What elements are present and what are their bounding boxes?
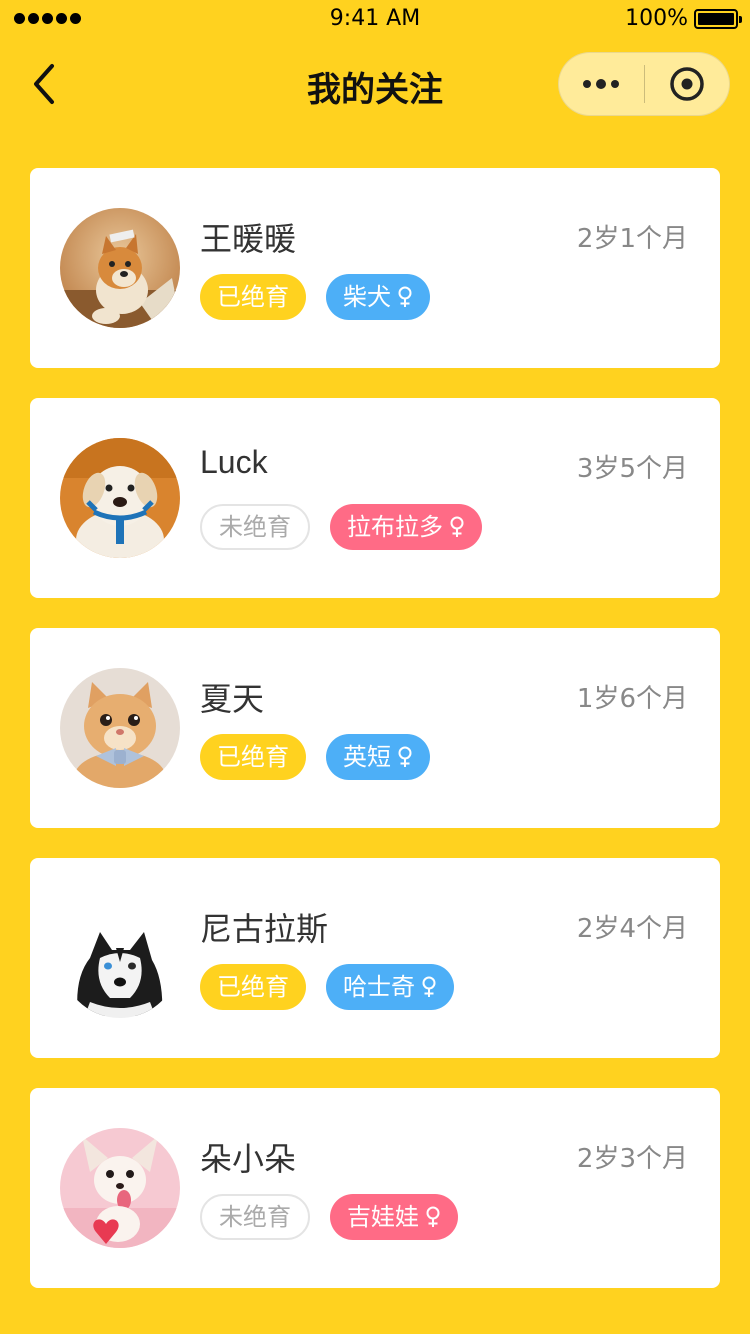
pet-age: 2岁4个月 <box>576 914 688 944</box>
more-dots-icon <box>583 80 592 88</box>
female-icon <box>422 976 436 997</box>
navigation-bar: 我的关注 <box>0 40 750 128</box>
battery-indicator: 100% <box>625 6 742 31</box>
breed-label: 柴犬 <box>343 283 391 311</box>
neutered-badge: 已绝育 <box>200 964 306 1010</box>
female-icon <box>426 1206 440 1227</box>
pet-card[interactable]: 朵小朵 2岁3个月 未绝育 吉娃娃 <box>30 1088 720 1288</box>
pet-card[interactable]: 尼古拉斯 2岁4个月 已绝育 哈士奇 <box>30 858 720 1058</box>
pet-name: 尼古拉斯 <box>200 911 329 947</box>
breed-badge: 吉娃娃 <box>330 1194 458 1240</box>
breed-label: 哈士奇 <box>343 973 415 1001</box>
pet-card[interactable]: Luck 3岁5个月 未绝育 拉布拉多 <box>30 398 720 598</box>
pet-age: 1岁6个月 <box>576 684 688 714</box>
pet-tags: 已绝育 哈士奇 <box>200 964 454 1010</box>
labrador-dog-avatar <box>60 438 180 558</box>
pet-card[interactable]: 王暖暖 2岁1个月 已绝育 柴犬 <box>30 168 720 368</box>
neutered-badge: 未绝育 <box>200 504 310 550</box>
breed-label: 英短 <box>343 743 391 771</box>
chihuahua-dog-avatar <box>60 1128 180 1248</box>
battery-percent: 100% <box>625 6 688 31</box>
close-miniprogram-button[interactable] <box>645 52 730 116</box>
pet-tags: 未绝育 吉娃娃 <box>200 1194 458 1240</box>
female-icon <box>398 286 412 307</box>
breed-label: 拉布拉多 <box>347 513 443 541</box>
female-icon <box>450 516 464 537</box>
neutered-label: 未绝育 <box>219 1203 291 1231</box>
breed-badge: 拉布拉多 <box>330 504 482 550</box>
pet-age: 2岁3个月 <box>576 1144 688 1174</box>
target-close-icon <box>670 67 704 101</box>
pet-tags: 已绝育 英短 <box>200 734 430 780</box>
followed-pets-list: 王暖暖 2岁1个月 已绝育 柴犬 Luck 3岁5个月 未绝育 拉布拉多 夏天 … <box>30 168 720 1318</box>
neutered-label: 已绝育 <box>217 743 289 771</box>
neutered-label: 未绝育 <box>219 513 291 541</box>
battery-icon <box>694 8 742 29</box>
female-icon <box>398 746 412 767</box>
pet-name: Luck <box>200 444 268 480</box>
husky-dog-avatar <box>60 898 180 1018</box>
neutered-label: 已绝育 <box>217 973 289 1001</box>
pet-age: 3岁5个月 <box>576 454 688 484</box>
pet-tags: 已绝育 柴犬 <box>200 274 430 320</box>
pet-name: 朵小朵 <box>200 1141 297 1177</box>
neutered-badge: 未绝育 <box>200 1194 310 1240</box>
pet-age: 2岁1个月 <box>576 224 688 254</box>
neutered-badge: 已绝育 <box>200 734 306 780</box>
breed-badge: 英短 <box>326 734 430 780</box>
british-shorthair-cat-avatar <box>60 668 180 788</box>
pet-name: 夏天 <box>200 681 265 717</box>
status-bar: 9:41 AM 100% <box>0 0 750 40</box>
shiba-dog-avatar <box>60 208 180 328</box>
neutered-label: 已绝育 <box>217 283 289 311</box>
breed-label: 吉娃娃 <box>347 1203 419 1231</box>
pet-name: 王暖暖 <box>200 221 297 257</box>
pet-card[interactable]: 夏天 1岁6个月 已绝育 英短 <box>30 628 720 828</box>
more-button[interactable] <box>559 52 644 116</box>
mini-program-capsule <box>558 52 730 116</box>
pet-tags: 未绝育 拉布拉多 <box>200 504 482 550</box>
breed-badge: 哈士奇 <box>326 964 454 1010</box>
breed-badge: 柴犬 <box>326 274 430 320</box>
neutered-badge: 已绝育 <box>200 274 306 320</box>
